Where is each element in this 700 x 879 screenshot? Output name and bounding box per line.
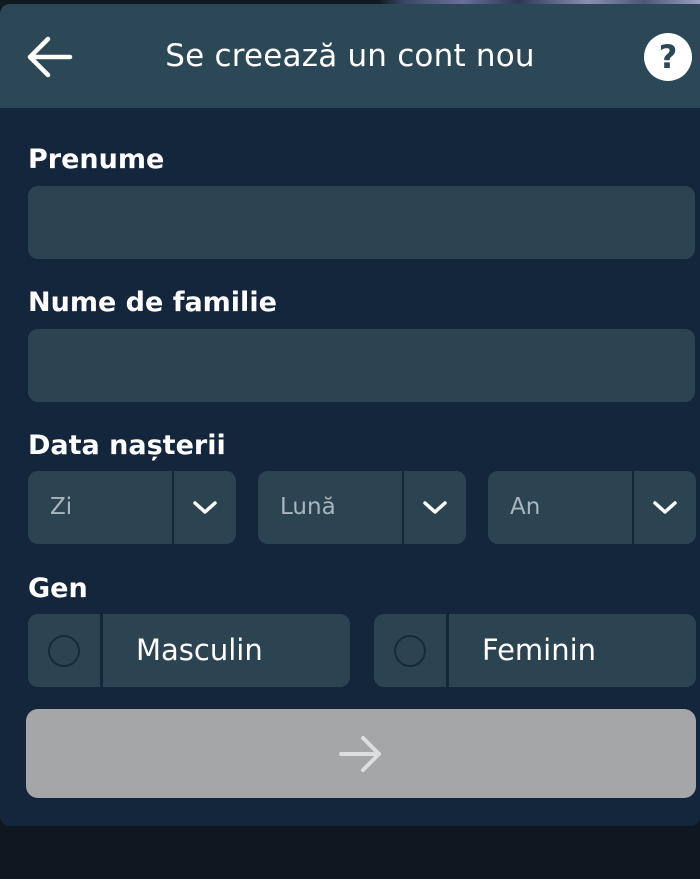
gender-option-feminin[interactable]: Feminin: [374, 614, 696, 687]
back-button[interactable]: [22, 32, 76, 82]
radio-circle-icon[interactable]: [48, 634, 80, 667]
radio-divider: [100, 614, 103, 687]
year-select-value: An: [510, 494, 541, 520]
gender-option-label: Feminin: [482, 633, 597, 667]
create-account-panel: Se creează un cont nou ? Prenume Nume de…: [0, 4, 700, 826]
next-button[interactable]: [26, 709, 696, 798]
month-select[interactable]: Lună: [258, 471, 466, 544]
day-select-value: Zi: [50, 494, 73, 520]
month-select-value: Lună: [280, 494, 336, 520]
chevron-down-icon: [174, 471, 236, 544]
gender-label: Gen: [28, 573, 88, 604]
last-name-label: Nume de familie: [28, 287, 277, 318]
first-name-input[interactable]: [28, 186, 695, 259]
birth-date-label: Data nașterii: [28, 430, 226, 461]
year-select[interactable]: An: [488, 471, 696, 544]
arrow-right-icon: [339, 735, 381, 772]
chevron-down-icon: [634, 471, 696, 544]
chevron-down-icon: [404, 471, 466, 544]
page-title: Se creează un cont nou: [165, 38, 535, 74]
first-name-label: Prenume: [28, 144, 165, 175]
gender-option-label: Masculin: [136, 633, 263, 667]
radio-button-cell: [374, 614, 446, 687]
radio-button-cell: [28, 614, 100, 687]
header-bar: Se creează un cont nou ?: [0, 4, 700, 108]
help-button[interactable]: ?: [644, 33, 692, 81]
radio-circle-icon[interactable]: [394, 634, 426, 667]
radio-divider: [446, 614, 449, 687]
day-select[interactable]: Zi: [28, 471, 236, 544]
gender-option-masculin[interactable]: Masculin: [28, 614, 350, 687]
arrow-left-icon: [27, 36, 73, 78]
last-name-input[interactable]: [28, 329, 695, 402]
